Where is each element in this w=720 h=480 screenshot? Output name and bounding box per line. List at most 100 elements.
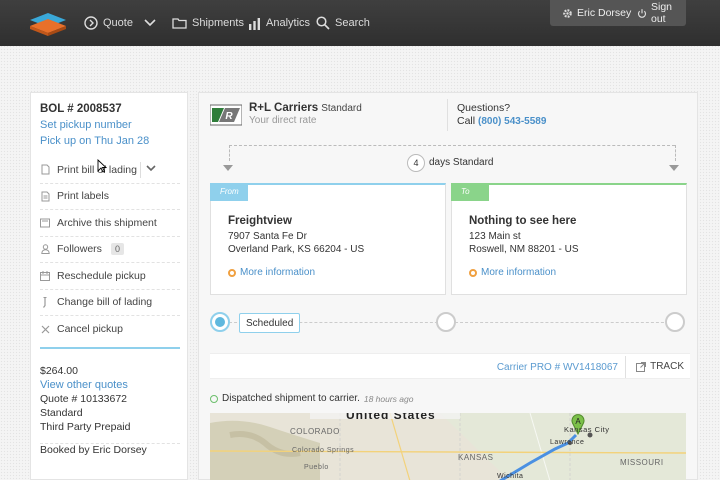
status-label: Scheduled xyxy=(239,313,301,333)
change-bol-action[interactable]: Change bill of lading xyxy=(40,290,180,316)
divider xyxy=(625,356,626,378)
map-label-lawrence: Lawrence xyxy=(550,439,585,446)
carrier-phone-link[interactable]: (800) 543-5589 xyxy=(478,116,546,127)
mouse-cursor-icon xyxy=(97,159,107,173)
svg-text:R: R xyxy=(225,111,233,122)
nav-shipments-label: Shipments xyxy=(192,17,244,29)
transit-label: days Standard xyxy=(429,157,498,168)
document-icon xyxy=(40,164,50,175)
followers-count-badge: 0 xyxy=(110,243,124,256)
transit-days-badge: 4 xyxy=(407,154,425,172)
arrow-down-icon xyxy=(669,165,679,171)
tracking-row: Carrier PRO # WV1418067 TRACK xyxy=(210,353,690,379)
nav-search-label: Search xyxy=(335,17,370,29)
track-button[interactable]: TRACK xyxy=(636,361,684,372)
nav-quote-dropdown[interactable] xyxy=(144,0,156,46)
call-row: Call (800) 543-5589 xyxy=(457,115,546,127)
destination-card: To Nothing to see here 123 Main st Roswe… xyxy=(451,183,687,295)
nav-quote-label: Quote xyxy=(103,17,133,29)
destination-more-info-link[interactable]: More information xyxy=(469,267,556,278)
archive-action[interactable]: Archive this shipment xyxy=(40,210,180,237)
status-step-scheduled xyxy=(210,312,230,332)
cancel-pickup-action[interactable]: Cancel pickup xyxy=(40,316,180,343)
action-label: Archive this shipment xyxy=(57,216,157,229)
map-label-kansas-city: Kansas City xyxy=(564,425,610,434)
search-icon xyxy=(316,16,330,30)
actions-list: Print bill of lading Print labels Archiv… xyxy=(40,157,180,343)
plus-circle-icon xyxy=(84,16,98,30)
action-label: Cancel pickup xyxy=(57,323,123,336)
user-icon xyxy=(40,244,50,255)
map-country-label: United States xyxy=(346,413,436,422)
info-circle-icon xyxy=(228,268,236,277)
quote-number: Quote # 10133672 xyxy=(40,393,127,405)
event-text: Dispatched shipment to carrier. xyxy=(222,393,360,404)
set-pickup-number-link[interactable]: Set pickup number xyxy=(40,119,132,131)
user-name: Eric Dorsey xyxy=(577,7,632,19)
status-step-delivered xyxy=(665,312,685,332)
chevron-down-icon[interactable] xyxy=(146,165,156,172)
map-label-pueblo: Pueblo xyxy=(304,464,329,471)
carrier-rate-label: Your direct rate xyxy=(249,115,317,126)
booked-by: Booked by Eric Dorsey xyxy=(40,443,180,456)
view-other-quotes-link[interactable]: View other quotes xyxy=(40,378,130,392)
followers-action[interactable]: Followers 0 xyxy=(40,237,180,263)
action-label: Followers xyxy=(57,243,102,256)
more-info-label: More information xyxy=(481,267,557,278)
user-menu: Eric Dorsey Sign out xyxy=(550,0,686,26)
event-status-icon xyxy=(210,394,218,403)
transit-bracket xyxy=(229,145,675,146)
carrier-pro-link[interactable]: Carrier PRO # WV1418067 xyxy=(497,362,618,373)
nav-quote[interactable]: Quote xyxy=(84,0,133,46)
bar-chart-icon xyxy=(249,17,260,30)
print-labels-action[interactable]: Print labels xyxy=(40,184,180,210)
top-navbar: Quote Shipments Analytics Search Eric Do… xyxy=(0,0,720,46)
reschedule-action[interactable]: Reschedule pickup xyxy=(40,263,180,290)
track-label: TRACK xyxy=(650,361,684,372)
action-label: Change bill of lading xyxy=(57,296,153,309)
user-account-link[interactable]: Eric Dorsey xyxy=(562,0,631,26)
calendar-icon xyxy=(40,270,50,281)
chevron-down-icon xyxy=(144,19,156,27)
destination-city: Roswell, NM 88201 - US xyxy=(469,244,579,255)
arrow-down-icon xyxy=(223,165,233,171)
info-circle-icon xyxy=(469,268,477,277)
carrier-name: R+L Carriers xyxy=(249,102,319,114)
origin-card: From Freightview 7907 Santa Fe Dr Overla… xyxy=(210,183,446,295)
section-divider xyxy=(40,347,180,349)
origin-city: Overland Park, KS 66204 - US xyxy=(228,244,365,255)
event-time: 18 hours ago xyxy=(363,393,414,404)
destination-street: 123 Main st xyxy=(469,231,521,242)
sign-out-link[interactable]: Sign out xyxy=(637,0,686,26)
pickup-date-link[interactable]: Pick up on Thu Jan 28 xyxy=(40,135,149,147)
route-map[interactable]: A United States COLORADO Colorado Spring… xyxy=(210,413,686,480)
nav-shipments[interactable]: Shipments xyxy=(172,0,244,46)
origin-more-info-link[interactable]: More information xyxy=(228,267,315,278)
nav-search[interactable]: Search xyxy=(316,0,370,46)
document-icon xyxy=(40,191,50,202)
print-bol-action[interactable]: Print bill of lading xyxy=(40,157,180,184)
transit-bracket-right xyxy=(675,145,676,161)
map-label-wichita: Wichita xyxy=(497,473,524,480)
booked-by-text: Booked by Eric Dorsey xyxy=(40,444,147,456)
divider xyxy=(447,99,448,131)
map-label-kansas: KANSAS xyxy=(458,453,494,462)
map-terrain xyxy=(210,413,686,480)
nav-analytics[interactable]: Analytics xyxy=(248,0,310,46)
questions-label: Questions? xyxy=(457,102,511,114)
shipment-detail: R R+L Carriers Standard Your direct rate… xyxy=(198,92,698,480)
folder-icon xyxy=(172,18,187,29)
origin-street: 7907 Santa Fe Dr xyxy=(228,231,307,242)
close-icon xyxy=(40,324,50,335)
destination-name: Nothing to see here xyxy=(469,215,577,227)
carrier-name-row: R+L Carriers Standard xyxy=(249,102,362,114)
divider xyxy=(140,162,141,178)
nav-analytics-label: Analytics xyxy=(266,17,311,29)
freightview-logo[interactable] xyxy=(26,9,70,37)
carrier-service: Standard xyxy=(321,103,362,114)
map-label-colorado-springs: Colorado Springs xyxy=(292,447,355,454)
quote-service: Standard xyxy=(40,407,83,419)
origin-tag: From xyxy=(210,183,248,201)
pencil-icon xyxy=(40,296,50,308)
carrier-logo: R xyxy=(210,104,242,126)
